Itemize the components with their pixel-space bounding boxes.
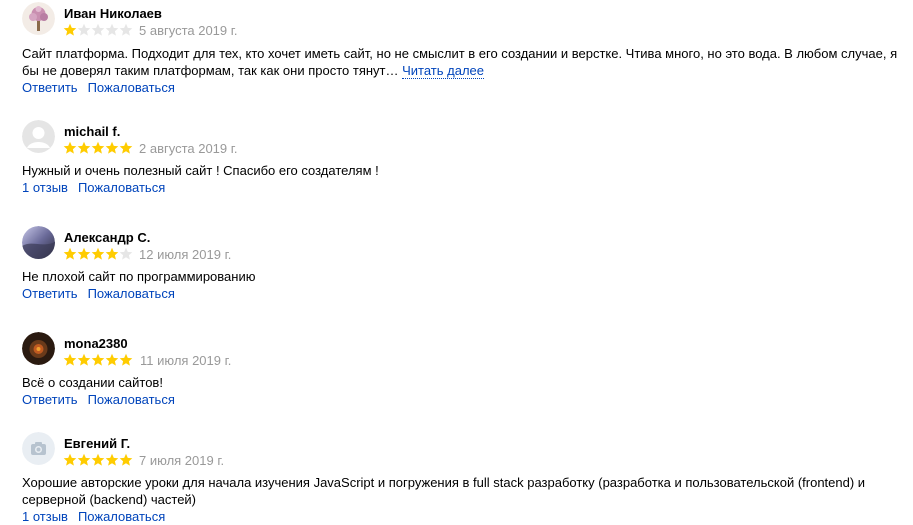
rating-stars: [63, 453, 133, 467]
review-text: Не плохой сайт по программированию: [22, 268, 902, 285]
review-actions: 1 отзыв Пожаловаться: [22, 509, 175, 524]
star-filled-icon: [105, 353, 119, 366]
star-filled-icon: [105, 453, 119, 466]
read-more-link[interactable]: Читать далее: [402, 63, 484, 79]
camera-avatar-icon[interactable]: [22, 432, 55, 465]
report-link[interactable]: Пожаловаться: [78, 509, 165, 524]
star-filled-icon: [91, 141, 105, 154]
review-date: 2 августа 2019 г.: [139, 141, 238, 156]
review-text: Всё о создании сайтов!: [22, 374, 902, 391]
review-date: 11 июля 2019 г.: [140, 353, 232, 368]
review-text-body: Не плохой сайт по программированию: [22, 269, 256, 284]
report-link[interactable]: Пожаловаться: [78, 180, 165, 195]
star-filled-icon: [91, 453, 105, 466]
review-date: 5 августа 2019 г.: [139, 23, 238, 38]
report-link[interactable]: Пожаловаться: [88, 80, 175, 95]
dark-photo-avatar-icon[interactable]: [22, 332, 55, 365]
tree-avatar-icon[interactable]: [22, 2, 55, 35]
review-text: Нужный и очень полезный сайт ! Спасибо е…: [22, 162, 902, 179]
review-actions: Ответить Пожаловаться: [22, 80, 185, 95]
star-filled-icon: [91, 353, 105, 366]
review-text-body: Нужный и очень полезный сайт ! Спасибо е…: [22, 163, 379, 178]
star-filled-icon: [77, 453, 91, 466]
star-filled-icon: [77, 141, 91, 154]
review-author[interactable]: Евгений Г.: [64, 436, 130, 451]
review-text-body: Хорошие авторские уроки для начала изуче…: [22, 475, 866, 507]
star-filled-icon: [63, 353, 77, 366]
review-author[interactable]: Александр С.: [64, 230, 150, 245]
review-author[interactable]: Иван Николаев: [64, 6, 162, 21]
reply-link[interactable]: Ответить: [22, 80, 78, 95]
star-filled-icon: [105, 141, 119, 154]
reviews-count-link[interactable]: 1 отзыв: [22, 180, 68, 195]
star-empty-icon: [119, 23, 133, 36]
reply-link[interactable]: Ответить: [22, 392, 78, 407]
star-filled-icon: [119, 453, 133, 466]
star-empty-icon: [77, 23, 91, 36]
star-filled-icon: [119, 353, 133, 366]
review-author[interactable]: mona2380: [64, 336, 128, 351]
review-actions: Ответить Пожаловаться: [22, 286, 185, 301]
star-filled-icon: [63, 247, 77, 260]
reviews-count-link[interactable]: 1 отзыв: [22, 509, 68, 524]
review-author[interactable]: michail f.: [64, 124, 120, 139]
rating-stars: [63, 247, 133, 261]
star-filled-icon: [77, 247, 91, 260]
report-link[interactable]: Пожаловаться: [88, 392, 175, 407]
review-date: 12 июля 2019 г.: [139, 247, 232, 262]
review-text: Сайт платформа. Подходит для тех, кто хо…: [22, 45, 902, 79]
star-empty-icon: [91, 23, 105, 36]
photo-avatar-icon[interactable]: [22, 226, 55, 259]
rating-stars: [63, 141, 133, 155]
star-filled-icon: [63, 453, 77, 466]
star-empty-icon: [105, 23, 119, 36]
star-empty-icon: [119, 247, 133, 260]
star-filled-icon: [105, 247, 119, 260]
review-text: Хорошие авторские уроки для начала изуче…: [22, 474, 902, 508]
star-filled-icon: [77, 353, 91, 366]
star-filled-icon: [91, 247, 105, 260]
rating-stars: [63, 353, 133, 367]
star-filled-icon: [119, 141, 133, 154]
review-actions: Ответить Пожаловаться: [22, 392, 185, 407]
review-date: 7 июля 2019 г.: [139, 453, 225, 468]
reply-link[interactable]: Ответить: [22, 286, 78, 301]
default-user-avatar-icon[interactable]: [22, 120, 55, 153]
review-actions: 1 отзыв Пожаловаться: [22, 180, 175, 195]
review-text-body: Всё о создании сайтов!: [22, 375, 163, 390]
report-link[interactable]: Пожаловаться: [88, 286, 175, 301]
rating-stars: [63, 23, 133, 37]
star-filled-icon: [63, 141, 77, 154]
star-filled-icon: [63, 23, 77, 36]
